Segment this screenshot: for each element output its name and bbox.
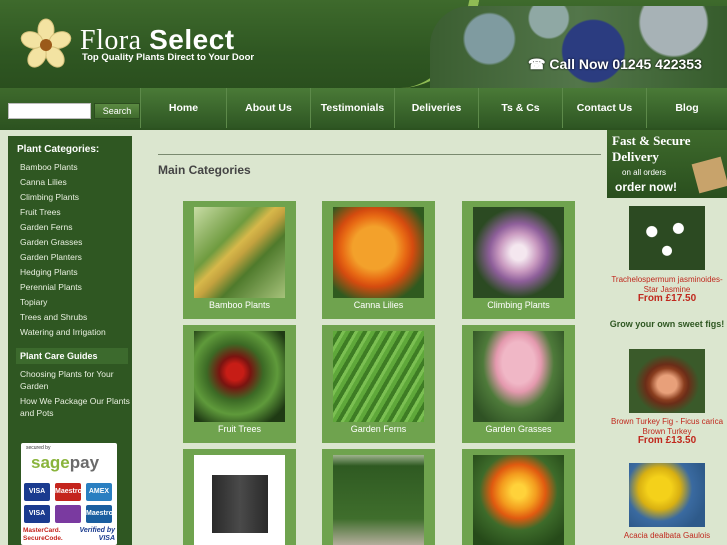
category-tile-fruit-trees[interactable]: Fruit Trees xyxy=(183,325,296,443)
nav-bar: Search Home About Us Testimonials Delive… xyxy=(0,88,727,130)
main-nav: Home About Us Testimonials Deliveries Ts… xyxy=(140,88,727,128)
garden-grasses-image xyxy=(473,331,564,422)
category-link-bamboo-plants[interactable]: Bamboo Plants xyxy=(20,160,132,175)
nav-testimonials[interactable]: Testimonials xyxy=(310,88,394,128)
nav-blog[interactable]: Blog xyxy=(646,88,727,128)
category-tile-garden-planters[interactable] xyxy=(183,449,296,545)
guides-heading: Plant Care Guides xyxy=(16,348,128,364)
promo-line3: on all orders xyxy=(622,168,667,177)
category-tile-climbing-plants[interactable]: Climbing Plants xyxy=(462,201,575,319)
promo-line2: Delivery xyxy=(612,149,659,164)
bamboo-plants-image xyxy=(194,207,285,298)
star-jasmine-image[interactable] xyxy=(629,206,705,270)
right-sidebar: Fast & Secure Delivery on all orders ord… xyxy=(607,130,727,545)
call-now-phone: ☎ Call Now 01245 422353 xyxy=(528,56,702,72)
divider xyxy=(158,154,601,155)
delivery-promo-banner[interactable]: Fast & Secure Delivery on all orders ord… xyxy=(607,130,727,198)
amex-card-icon: AMEX xyxy=(86,483,112,501)
product-name-brown-turkey-fig[interactable]: Brown Turkey Fig - Ficus carica Brown Tu… xyxy=(609,417,725,437)
acacia-dealbata-image[interactable] xyxy=(629,463,705,527)
left-sidebar: Plant Categories: Bamboo Plants Canna Li… xyxy=(8,136,132,545)
tile-label: Bamboo Plants xyxy=(208,300,271,310)
category-tile-bamboo-plants[interactable]: Bamboo Plants xyxy=(183,201,296,319)
guide-link-choosing-plants[interactable]: Choosing Plants for Your Garden xyxy=(20,368,132,392)
category-link-watering-and-irrigation[interactable]: Watering and Irrigation xyxy=(20,325,132,340)
verified-by-visa-logo: Verified by VISA xyxy=(79,527,115,542)
categories-heading: Plant Categories: xyxy=(17,144,100,155)
hedging-plants-image xyxy=(333,455,424,545)
sagepay-logo: sagepay xyxy=(31,453,100,472)
visa-card-icon: VISA xyxy=(24,483,50,501)
category-link-perennial-plants[interactable]: Perennial Plants xyxy=(20,280,132,295)
category-link-hedging-plants[interactable]: Hedging Plants xyxy=(20,265,132,280)
nav-about-us[interactable]: About Us xyxy=(226,88,310,128)
product-price-brown-turkey-fig: From £13.50 xyxy=(637,435,697,446)
nav-ts-cs[interactable]: Ts & Cs xyxy=(478,88,562,128)
guides-list: Choosing Plants for Your Garden How We P… xyxy=(8,364,132,419)
visa-electron-card-icon: VISA xyxy=(24,505,50,523)
canna-lilies-image xyxy=(333,207,424,298)
search-form: Search xyxy=(8,103,140,123)
category-link-fruit-trees[interactable]: Fruit Trees xyxy=(20,205,132,220)
tile-label: Climbing Plants xyxy=(487,300,550,310)
category-tile-canna-lilies[interactable]: Canna Lilies xyxy=(322,201,435,319)
category-link-garden-grasses[interactable]: Garden Grasses xyxy=(20,235,132,250)
category-link-topiary[interactable]: Topiary xyxy=(20,295,132,310)
brown-turkey-fig-image[interactable] xyxy=(629,349,705,413)
phone-icon: ☎ xyxy=(528,56,550,72)
promo-line1: Fast & Secure xyxy=(612,133,691,148)
search-input[interactable] xyxy=(8,103,91,119)
garden-ferns-image xyxy=(333,331,424,422)
promo-line4: order now! xyxy=(615,180,677,194)
category-tile-garden-ferns[interactable]: Garden Ferns xyxy=(322,325,435,443)
tile-label: Fruit Trees xyxy=(217,424,261,434)
guide-link-packaging[interactable]: How We Package Our Plants and Pots xyxy=(20,395,132,419)
category-link-canna-lilies[interactable]: Canna Lilies xyxy=(20,175,132,190)
site-header: Flora Select Top Quality Plants Direct t… xyxy=(0,0,727,88)
category-tile-perennial-plants[interactable] xyxy=(462,449,575,545)
header-photo xyxy=(430,6,727,88)
maestro-card-icon: Maestro xyxy=(55,483,82,501)
nav-contact-us[interactable]: Contact Us xyxy=(562,88,646,128)
tile-label: Garden Ferns xyxy=(350,424,407,434)
category-tile-hedging-plants[interactable] xyxy=(322,449,435,545)
category-link-climbing-plants[interactable]: Climbing Plants xyxy=(20,190,132,205)
product-price-star-jasmine: From £17.50 xyxy=(637,293,697,304)
flower-logo-icon[interactable] xyxy=(20,18,72,70)
category-link-garden-planters[interactable]: Garden Planters xyxy=(20,250,132,265)
tile-label: Garden Grasses xyxy=(485,424,552,434)
solo-card-icon xyxy=(55,505,81,523)
category-list: Bamboo Plants Canna Lilies Climbing Plan… xyxy=(8,160,132,340)
fruit-trees-image xyxy=(194,331,285,422)
main-content: Main Categories Bamboo Plants Canna Lili… xyxy=(140,130,607,545)
sagepay-badge: secured by sagepay VISA Maestro AMEX VIS… xyxy=(21,443,117,545)
product-name-star-jasmine[interactable]: Trachelospermum jasminoides-Star Jasmine xyxy=(609,275,725,295)
mastercard-securecode-logo: MasterCard. SecureCode. xyxy=(23,527,63,542)
parcel-box-icon xyxy=(691,156,727,194)
category-link-garden-ferns[interactable]: Garden Ferns xyxy=(20,220,132,235)
search-button[interactable]: Search xyxy=(94,103,140,119)
garden-planters-image xyxy=(194,455,285,545)
planter-pot-shape xyxy=(212,475,268,533)
figs-heading: Grow your own sweet figs! xyxy=(609,319,725,329)
tile-label: Canna Lilies xyxy=(353,300,404,310)
page-title: Main Categories xyxy=(158,163,251,177)
category-tile-garden-grasses[interactable]: Garden Grasses xyxy=(462,325,575,443)
site-tagline: Top Quality Plants Direct to Your Door xyxy=(82,52,255,63)
climbing-plants-image xyxy=(473,207,564,298)
secured-by-text: secured by xyxy=(26,445,51,451)
category-link-trees-and-shrubs[interactable]: Trees and Shrubs xyxy=(20,310,132,325)
nav-home[interactable]: Home xyxy=(140,88,226,128)
nav-deliveries[interactable]: Deliveries xyxy=(394,88,478,128)
maestro-blue-card-icon: Maestro xyxy=(86,505,113,523)
perennial-plants-image xyxy=(473,455,564,545)
product-name-acacia-dealbata[interactable]: Acacia dealbata Gaulois xyxy=(609,531,725,541)
